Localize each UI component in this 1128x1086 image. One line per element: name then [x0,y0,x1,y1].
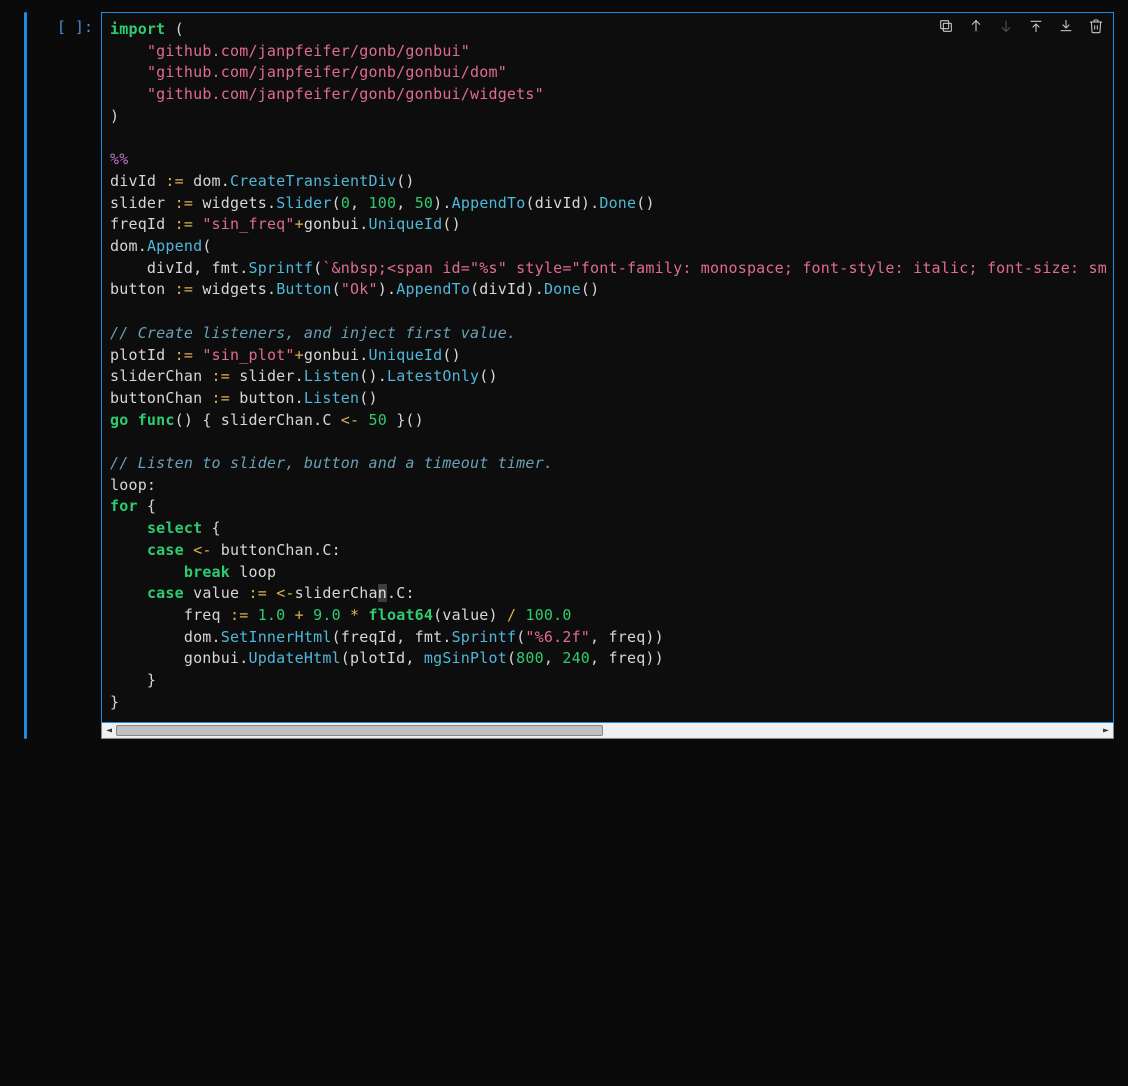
scroll-thumb[interactable] [116,725,603,736]
move-cell-up-button[interactable] [967,17,985,35]
delete-cell-button[interactable] [1087,17,1105,35]
duplicate-cell-button[interactable] [937,17,955,35]
duplicate-icon [938,18,954,34]
execution-prompt: [ ]: [35,12,101,739]
insert-above-icon [1028,18,1044,34]
arrow-down-icon [998,18,1014,34]
code-cell: [ ]: [24,12,1114,739]
code-area-wrapper: import ( "github.com/janpfeifer/gonb/gon… [101,12,1114,739]
insert-cell-above-button[interactable] [1027,17,1045,35]
insert-cell-below-button[interactable] [1057,17,1075,35]
trash-icon [1088,18,1104,34]
scroll-left-button[interactable]: ◄ [102,723,116,738]
move-cell-down-button[interactable] [997,17,1015,35]
horizontal-scrollbar[interactable]: ◄ ► [101,723,1114,739]
notebook-viewport: [ ]: [0,0,1128,1086]
cell-run-indicator [24,12,27,739]
code-editor[interactable]: import ( "github.com/janpfeifer/gonb/gon… [101,12,1114,723]
cell-toolbar [937,17,1105,35]
arrow-up-icon [968,18,984,34]
scroll-right-button[interactable]: ► [1099,723,1113,738]
insert-below-icon [1058,18,1074,34]
code-text[interactable]: import ( "github.com/janpfeifer/gonb/gon… [110,19,1105,714]
